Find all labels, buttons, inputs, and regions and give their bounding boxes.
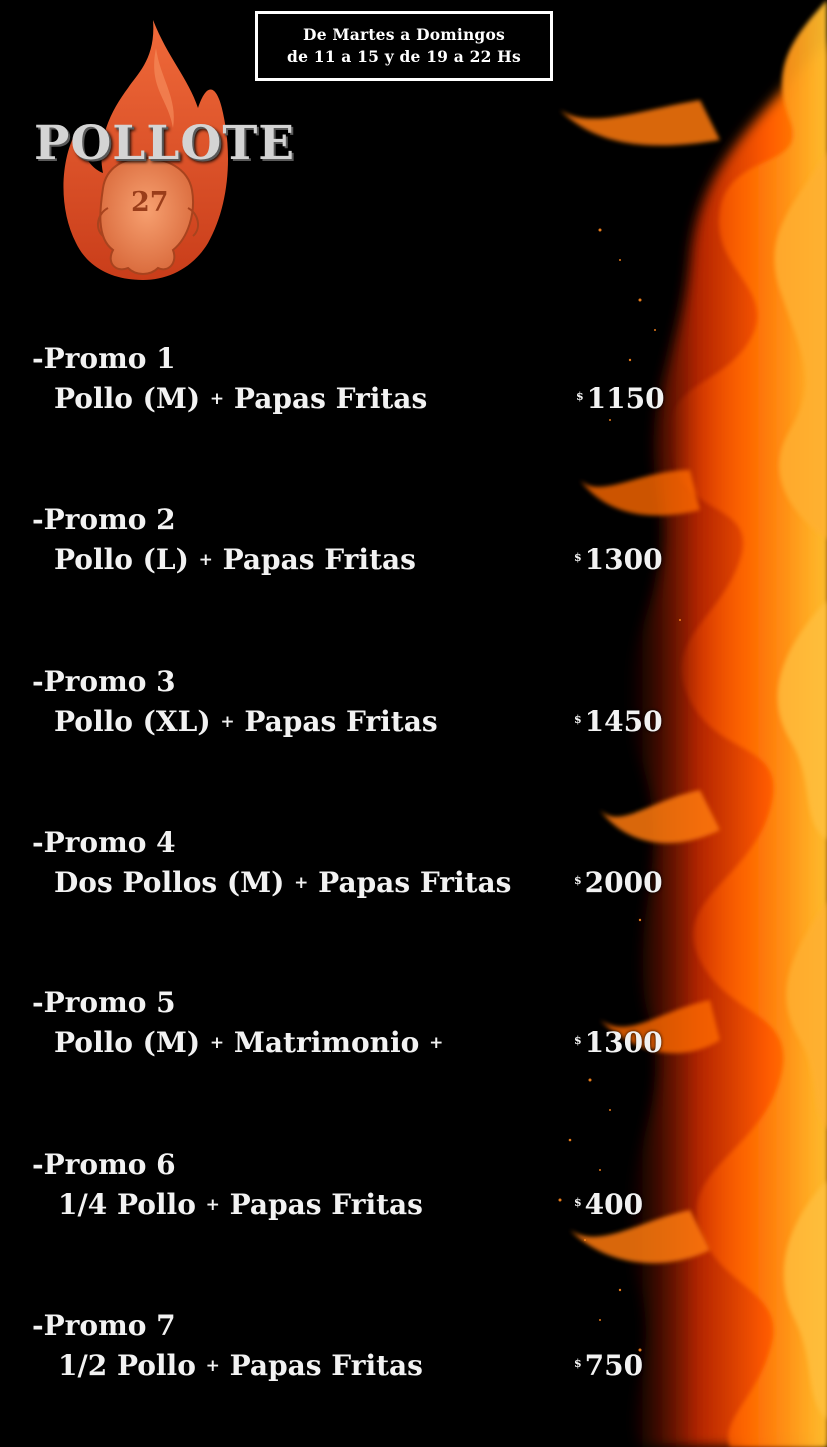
promo-price: $1150	[576, 382, 665, 415]
promo-description: Dos Pollos (M) + Papas Fritas	[54, 866, 511, 899]
currency-symbol: $	[574, 874, 582, 887]
hours-box: De Martes a Domingos de 11 a 15 y de 19 …	[255, 11, 553, 81]
promo-item-4: -Promo 4 Dos Pollos (M) + Papas Fritas $…	[32, 826, 692, 916]
promo-part: Matrimonio	[233, 1026, 420, 1059]
promo-title: -Promo 2	[32, 503, 176, 536]
plus-sign: +	[220, 712, 235, 732]
plus-sign: +	[294, 873, 309, 893]
price-value: 1300	[584, 1026, 663, 1059]
promo-part: Papas Fritas	[233, 382, 428, 415]
promo-title: -Promo 7	[32, 1309, 176, 1342]
promo-description: Pollo (L) + Papas Fritas	[54, 543, 416, 576]
promo-item-5: -Promo 5 Pollo (M) + Matrimonio + $1300	[32, 986, 692, 1076]
currency-symbol: $	[576, 390, 584, 403]
promo-part: Papas Fritas	[244, 705, 438, 738]
promo-title: -Promo 5	[32, 986, 176, 1019]
currency-symbol: $	[574, 1357, 582, 1370]
promo-part: Pollo (XL)	[54, 705, 211, 738]
promo-item-3: -Promo 3 Pollo (XL) + Papas Fritas $1450	[32, 665, 692, 755]
plus-sign: +	[209, 389, 225, 409]
promo-item-7: -Promo 7 1/2 Pollo + Papas Fritas $750	[32, 1309, 692, 1399]
hours-line-2: de 11 a 15 y de 19 a 22 Hs	[287, 47, 521, 66]
promo-part: Pollo (M)	[54, 382, 201, 415]
plus-sign: +	[198, 550, 213, 570]
price-value: 1450	[584, 705, 663, 738]
promo-title: -Promo 3	[32, 665, 176, 698]
promo-item-2: -Promo 2 Pollo (L) + Papas Fritas $1300	[32, 503, 692, 593]
promo-price: $2000	[574, 866, 663, 899]
promo-price: $1450	[574, 705, 663, 738]
promo-part: Papas Fritas	[318, 866, 512, 899]
promo-title: -Promo 1	[32, 342, 176, 375]
promo-part: Papas Fritas	[229, 1349, 423, 1382]
plus-sign: +	[205, 1356, 220, 1376]
menu-page: De Martes a Domingos de 11 a 15 y de 19 …	[0, 0, 827, 1447]
price-value: 1150	[586, 382, 665, 415]
promo-price: $750	[574, 1349, 643, 1382]
currency-symbol: $	[574, 1034, 582, 1047]
brand-number: 27	[131, 187, 169, 218]
promo-part: Papas Fritas	[229, 1188, 423, 1221]
promo-item-6: -Promo 6 1/4 Pollo + Papas Fritas $400	[32, 1148, 692, 1238]
promo-part: 1/2 Pollo	[58, 1349, 196, 1382]
promo-item-1: -Promo 1 Pollo (M) + Papas Fritas $1150	[32, 342, 692, 432]
brand-logo: POLLOTE 27	[28, 18, 294, 290]
promo-title: -Promo 6	[32, 1148, 176, 1181]
promo-price: $400	[574, 1188, 643, 1221]
promo-part: Dos Pollos (M)	[54, 866, 285, 899]
promo-part: 1/4 Pollo	[58, 1188, 196, 1221]
promo-part: Pollo (M)	[54, 1026, 201, 1059]
plus-sign: +	[209, 1033, 225, 1053]
plus-sign: +	[205, 1195, 220, 1215]
price-value: 750	[584, 1349, 644, 1382]
promo-price: $1300	[574, 543, 663, 576]
promo-part: Pollo (L)	[54, 543, 189, 576]
brand-name: POLLOTE	[34, 116, 296, 171]
price-value: 400	[584, 1188, 644, 1221]
currency-symbol: $	[574, 713, 582, 726]
promo-part: Papas Fritas	[222, 543, 416, 576]
price-value: 2000	[584, 866, 663, 899]
price-value: 1300	[584, 543, 663, 576]
currency-symbol: $	[574, 551, 582, 564]
plus-sign: +	[429, 1033, 444, 1053]
promo-description: Pollo (XL) + Papas Fritas	[54, 705, 438, 738]
promo-title: -Promo 4	[32, 826, 176, 859]
hours-line-1: De Martes a Domingos	[303, 25, 505, 44]
promo-description: Pollo (M) + Matrimonio +	[54, 1026, 443, 1059]
promo-description: 1/2 Pollo + Papas Fritas	[58, 1349, 423, 1382]
promo-price: $1300	[574, 1026, 663, 1059]
currency-symbol: $	[574, 1196, 582, 1209]
promo-description: 1/4 Pollo + Papas Fritas	[58, 1188, 423, 1221]
promo-description: Pollo (M) + Papas Fritas	[54, 382, 427, 415]
